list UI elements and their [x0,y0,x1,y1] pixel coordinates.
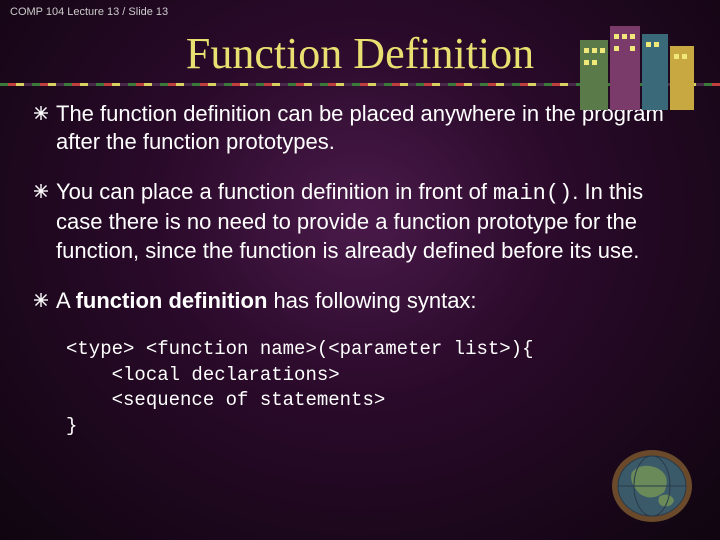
bullet-text: A function definition has following synt… [56,287,688,315]
syntax-code-block: <type> <function name>(<parameter list>)… [66,337,688,440]
slide-content: The function definition can be placed an… [0,100,720,440]
clipart-buildings [572,18,702,112]
bullet-3: A function definition has following synt… [32,287,688,315]
asterisk-icon [32,104,50,122]
bullet-text: You can place a function definition in f… [56,178,688,264]
inline-code: main() [493,181,572,206]
asterisk-icon [32,291,50,309]
bullet-2: You can place a function definition in f… [32,178,688,264]
clipart-globe [602,442,702,530]
asterisk-icon [32,182,50,200]
slide-header: COMP 104 Lecture 13 / Slide 13 [0,0,720,20]
